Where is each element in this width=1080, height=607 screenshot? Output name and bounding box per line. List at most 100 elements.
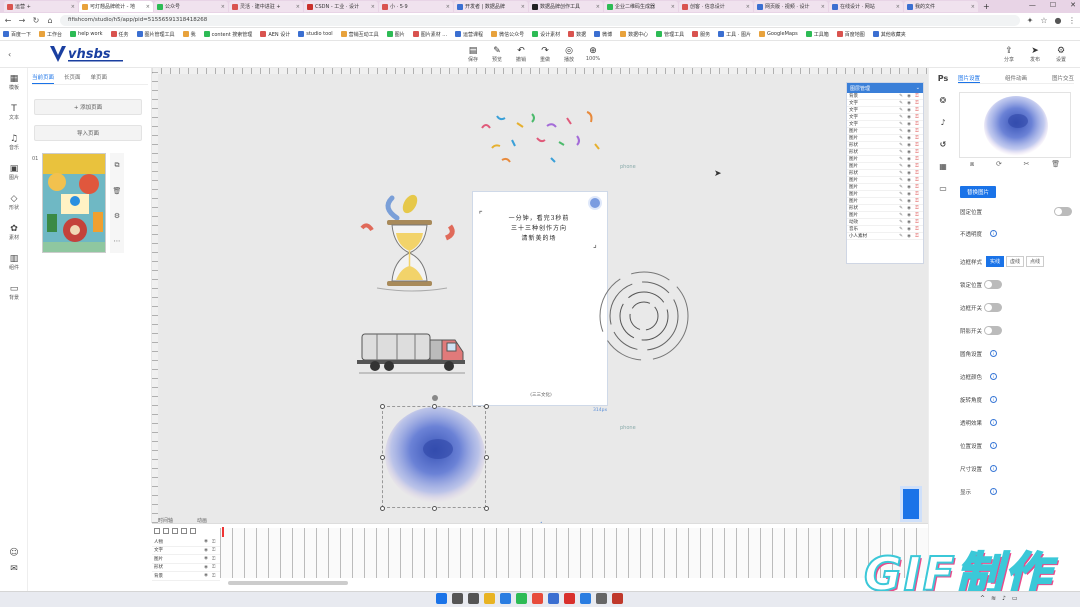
edit-icon[interactable]: ✎ bbox=[897, 178, 905, 183]
rail-material[interactable]: ✿ 素材 bbox=[2, 224, 26, 241]
edit-icon[interactable]: ✎ bbox=[897, 143, 905, 148]
toolbar-zoom-button[interactable]: ⊕ 100% bbox=[582, 46, 604, 62]
toolbar-redo-button[interactable]: ↷ 重做 bbox=[534, 46, 556, 63]
timeline-scrollbar[interactable] bbox=[228, 581, 348, 585]
rail-background[interactable]: ▭ 背景 bbox=[2, 284, 26, 301]
visibility-icon[interactable]: ◉ bbox=[905, 220, 913, 225]
visibility-icon[interactable]: ◉ bbox=[905, 199, 913, 204]
lock-icon[interactable]: ⚿ bbox=[913, 226, 921, 232]
layer-item[interactable]: 图片 ✎ ◉ ⚿ bbox=[847, 177, 923, 184]
toolbar-publish-button[interactable]: ➤ 发布 bbox=[1024, 46, 1046, 63]
rail-feedback[interactable]: ✉ bbox=[2, 564, 26, 574]
lock-icon[interactable]: ⚿ bbox=[913, 107, 921, 113]
layer-item[interactable]: 文字 ✎ ◉ ⚿ bbox=[847, 121, 923, 128]
visibility-icon[interactable]: ◉ bbox=[905, 94, 913, 99]
tab-close-icon[interactable]: × bbox=[671, 4, 675, 10]
tab-close-icon[interactable]: × bbox=[296, 4, 300, 10]
info-icon[interactable]: i bbox=[990, 350, 997, 357]
property-toggle[interactable] bbox=[1054, 207, 1072, 216]
bookmark-item[interactable]: 运营课程 bbox=[455, 31, 483, 38]
collapse-icon[interactable]: ⌄ bbox=[916, 85, 920, 91]
lock-icon[interactable]: ⚿ bbox=[913, 100, 921, 106]
property-toggle[interactable] bbox=[984, 303, 1002, 312]
tab-close-icon[interactable]: × bbox=[146, 4, 150, 10]
edit-icon[interactable]: ✎ bbox=[897, 115, 905, 120]
chrome-icon[interactable] bbox=[532, 593, 543, 604]
resize-handle-l[interactable] bbox=[380, 455, 385, 460]
wechat-icon[interactable] bbox=[516, 593, 527, 604]
rotate-handle[interactable] bbox=[432, 395, 438, 401]
rail-text[interactable]: T 文本 bbox=[2, 104, 26, 121]
visibility-icon[interactable]: ◉ bbox=[905, 136, 913, 141]
lock-icon[interactable]: ⚿ bbox=[913, 149, 921, 155]
rail-component[interactable]: ▥ 组件 bbox=[2, 254, 26, 271]
browser-tab[interactable]: 小 · 5·9 × bbox=[379, 1, 453, 12]
rail-shape[interactable]: ◇ 形状 bbox=[2, 194, 26, 211]
browser-tab[interactable]: 企业二维码生成器 × bbox=[604, 1, 678, 12]
new-tab-button[interactable]: + bbox=[983, 2, 990, 11]
tab-close-icon[interactable]: × bbox=[896, 4, 900, 10]
browser-icon[interactable] bbox=[548, 593, 559, 604]
copy-icon[interactable]: ⧉ bbox=[115, 161, 120, 170]
edit-icon[interactable]: ✎ bbox=[897, 129, 905, 134]
import-page-button[interactable]: 导入页面 bbox=[34, 125, 142, 141]
tab-close-icon[interactable]: × bbox=[971, 4, 975, 10]
bookmark-item[interactable]: 服务 bbox=[692, 31, 710, 38]
property-tab[interactable]: 图片设置 bbox=[958, 74, 981, 83]
edge-icon[interactable] bbox=[580, 593, 591, 604]
edit-icon[interactable]: ✎ bbox=[897, 227, 905, 232]
lock-icon[interactable]: ⚿ bbox=[913, 135, 921, 141]
lock-icon[interactable]: ⚿ bbox=[913, 142, 921, 148]
bookmark-item[interactable]: 其他收藏夹 bbox=[872, 31, 906, 38]
timeline-tab[interactable]: 动画 bbox=[197, 517, 207, 524]
hourglass-graphic[interactable] bbox=[352, 188, 467, 298]
reload-icon[interactable]: ↻ bbox=[32, 16, 40, 25]
bookmark-item[interactable]: 营销互动工具 bbox=[340, 31, 379, 38]
visibility-icon[interactable]: ◉ bbox=[905, 164, 913, 169]
lock-icon[interactable]: ⚿ bbox=[913, 212, 921, 218]
tab-close-icon[interactable]: × bbox=[446, 4, 450, 10]
edit-icon[interactable]: ✎ bbox=[897, 171, 905, 176]
resize-handle-b[interactable] bbox=[432, 506, 437, 511]
page-tab[interactable]: 当前页面 bbox=[32, 73, 55, 84]
editor-canvas[interactable]: phone 一分钟，看完3秒前 三十三种创作方向 清新美的场 ⌜ ⌟ (三三文化… bbox=[152, 68, 928, 523]
layer-item[interactable]: 图片 ✎ ◉ ⚿ bbox=[847, 212, 923, 219]
lock-icon[interactable]: ⚿ bbox=[913, 121, 921, 127]
layer-item[interactable]: 小人素材 ✎ ◉ ⚿ bbox=[847, 233, 923, 240]
segment-option[interactable]: 虚线 bbox=[1006, 256, 1025, 267]
visibility-icon[interactable]: ◉ bbox=[905, 101, 913, 106]
lock-icon[interactable]: ⚿ bbox=[913, 128, 921, 134]
layer-item[interactable]: 图片 ✎ ◉ ⚿ bbox=[847, 198, 923, 205]
resize-handle-t[interactable] bbox=[432, 404, 437, 409]
info-icon[interactable]: i bbox=[990, 442, 997, 449]
bookmark-item[interactable]: 工作台 bbox=[39, 31, 62, 38]
record-icon[interactable] bbox=[612, 593, 623, 604]
bookmark-item[interactable]: 我 bbox=[182, 31, 196, 38]
more-icon[interactable]: ⋯ bbox=[114, 237, 121, 245]
bookmark-item[interactable]: content 搜索管理 bbox=[203, 31, 252, 38]
settings-icon[interactable]: ⚙ bbox=[114, 212, 120, 220]
edit-icon[interactable]: ✎ bbox=[897, 199, 905, 204]
edit-icon[interactable]: ✎ bbox=[897, 157, 905, 162]
bookmark-item[interactable]: help work bbox=[70, 31, 103, 37]
bookmark-item[interactable]: GoogleMaps bbox=[758, 31, 798, 37]
lock-icon[interactable]: ⚿ bbox=[913, 114, 921, 120]
edit-icon[interactable]: ✎ bbox=[897, 108, 905, 113]
bookmark-item[interactable]: 百度地图 bbox=[836, 31, 865, 38]
browser-tab[interactable]: 在线设计 · 网站 × bbox=[829, 1, 903, 12]
lock-icon[interactable]: ⚿ bbox=[913, 219, 921, 225]
rail-template[interactable]: ▦ 模板 bbox=[2, 74, 26, 91]
delete-icon[interactable]: 🗑 bbox=[1051, 160, 1060, 169]
visibility-icon[interactable]: ◉ bbox=[905, 143, 913, 148]
add-page-button[interactable]: + 添加页面 bbox=[34, 99, 142, 115]
edit-icon[interactable]: ✎ bbox=[897, 185, 905, 190]
rail-image[interactable]: ▣ 图片 bbox=[2, 164, 26, 181]
lock-icon[interactable]: ⚿ bbox=[212, 539, 220, 545]
browser-tab[interactable]: 网页版 · 视频 · 设计 × bbox=[754, 1, 828, 12]
bookmark-item[interactable]: 图片 bbox=[386, 31, 405, 38]
edit-icon[interactable]: ✎ bbox=[897, 150, 905, 155]
bookmark-item[interactable]: 百度一下 bbox=[3, 31, 31, 38]
property-toggle[interactable] bbox=[984, 280, 1002, 289]
browser-tab[interactable]: 灵活 · 建中进驻 + × bbox=[229, 1, 303, 12]
bookmark-item[interactable]: 数据中心 bbox=[620, 31, 648, 38]
